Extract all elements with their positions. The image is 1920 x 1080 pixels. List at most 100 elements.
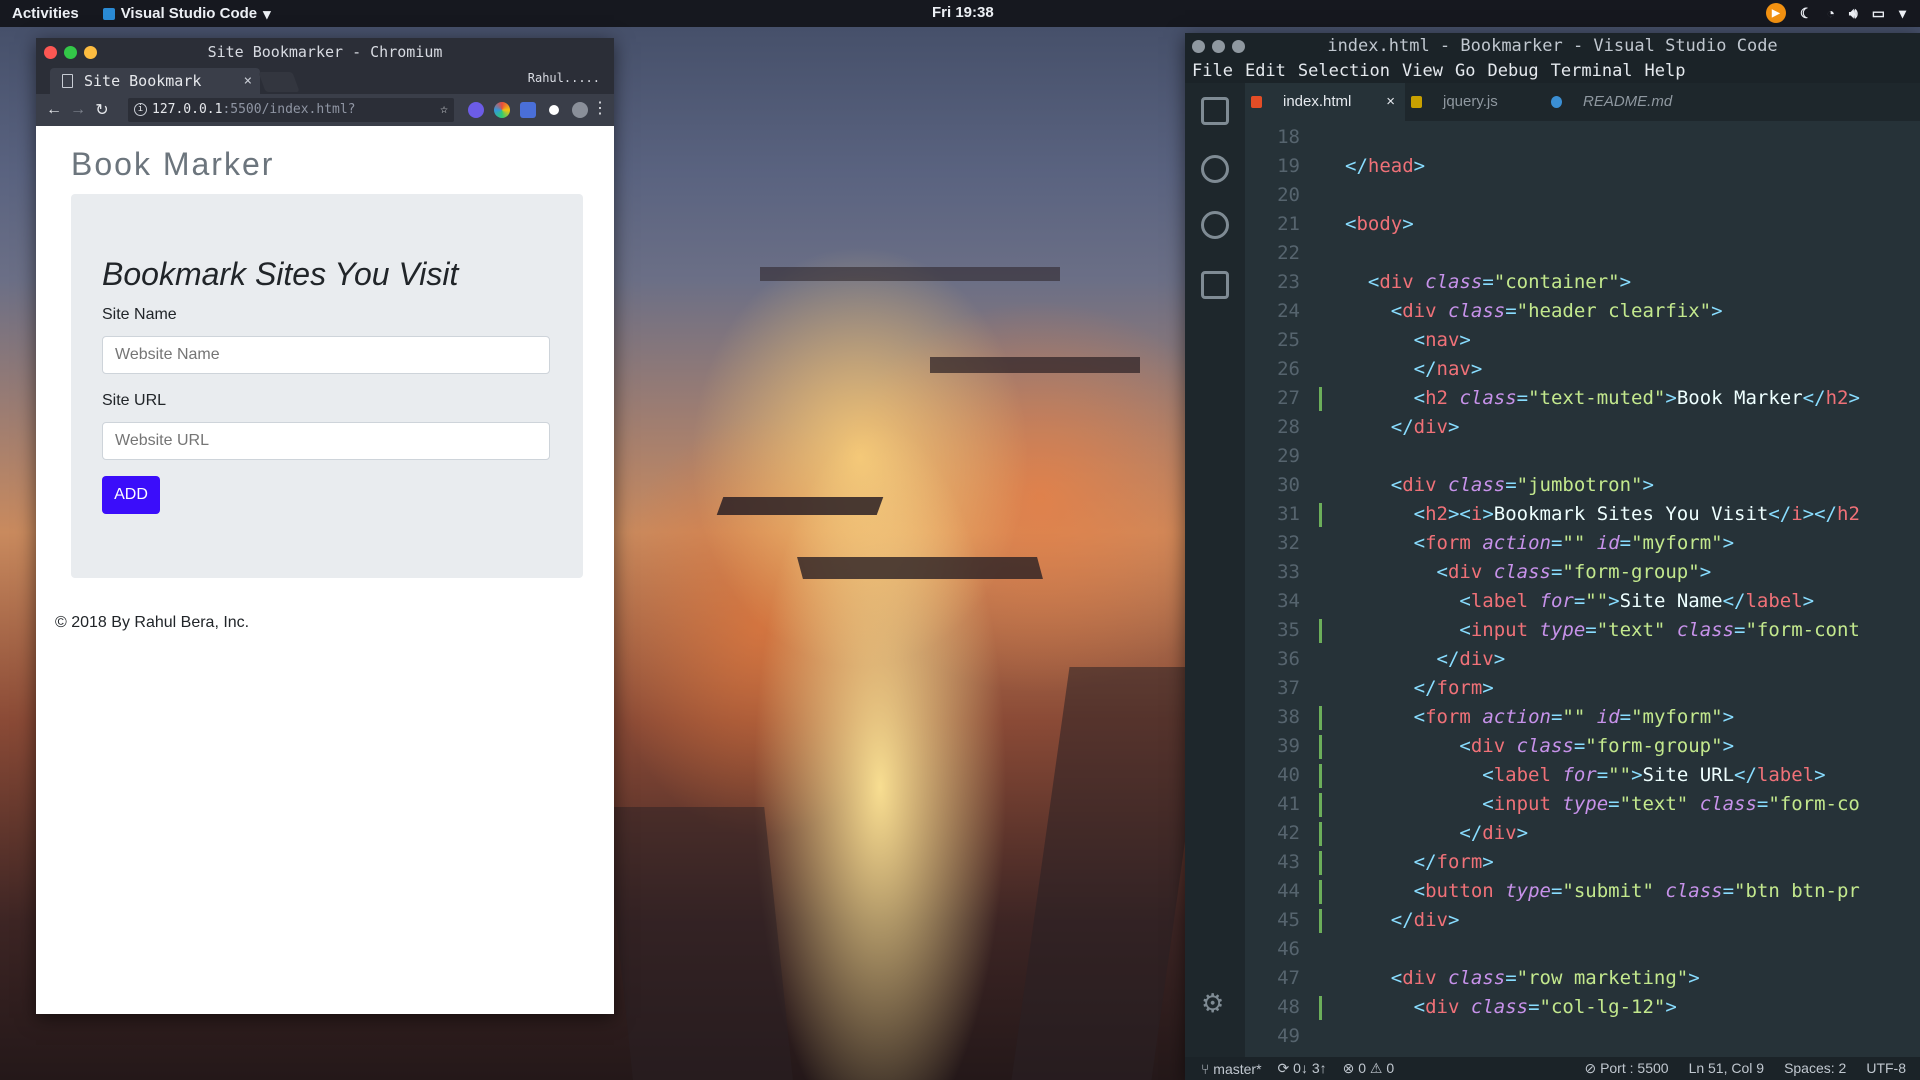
code-line[interactable]: 35 <input type="text" class="form-cont xyxy=(1245,616,1920,645)
menu-file[interactable]: File xyxy=(1192,59,1233,83)
reload-icon[interactable]: ↻ xyxy=(90,100,114,120)
problems-indicator[interactable]: ⊗ 0 ⚠ 0 xyxy=(1343,1060,1395,1077)
code-line[interactable]: 48 <div class="col-lg-12"> xyxy=(1245,993,1920,1022)
menu-view[interactable]: View xyxy=(1402,59,1443,83)
media-player-icon[interactable]: ▶ xyxy=(1765,3,1786,23)
add-button[interactable]: ADD xyxy=(102,476,160,514)
line-number: 41 xyxy=(1277,793,1300,815)
site-name-input[interactable] xyxy=(102,336,550,374)
code-line[interactable]: 24 <div class="header clearfix"> xyxy=(1245,297,1920,326)
line-number: 39 xyxy=(1277,735,1300,757)
code-line[interactable]: 27 <h2 class="text-muted">Book Marker</h… xyxy=(1245,384,1920,413)
close-tab-icon[interactable]: × xyxy=(1386,83,1395,121)
gear-icon[interactable]: ⚙ xyxy=(1201,988,1224,1019)
translate-extension-icon[interactable] xyxy=(520,102,536,118)
code-line[interactable]: 19 </head> xyxy=(1245,152,1920,181)
code-line[interactable]: 47 <div class="row marketing"> xyxy=(1245,964,1920,993)
tab-site-bookmarker[interactable]: Site Bookmark × xyxy=(50,68,260,94)
maximize-window-button[interactable] xyxy=(64,46,77,59)
address-bar[interactable]: i 127.0.0.1:5500/index.html? ☆ xyxy=(128,98,454,122)
bookmark-star-icon[interactable]: ☆ xyxy=(440,98,448,122)
code-line[interactable]: 23 <div class="container"> xyxy=(1245,268,1920,297)
code-line[interactable]: 46 xyxy=(1245,935,1920,964)
code-line[interactable]: 40 <label for="">Site URL</label> xyxy=(1245,761,1920,790)
code-line[interactable]: 33 <div class="form-group"> xyxy=(1245,558,1920,587)
menu-help[interactable]: Help xyxy=(1645,59,1686,83)
speed-extension-icon[interactable] xyxy=(546,102,562,118)
system-tray[interactable]: ▶ ☾ ◔ 🔊︎ ▭ ▾ xyxy=(1765,3,1906,23)
code-line[interactable]: 38 <form action="" id="myform"> xyxy=(1245,703,1920,732)
chromium-window: Site Bookmarker - Chromium Site Bookmark… xyxy=(36,38,614,1014)
code-line[interactable]: 44 <button type="submit" class="btn btn-… xyxy=(1245,877,1920,906)
page-icon xyxy=(62,74,73,88)
warning-count: 0 xyxy=(1386,1060,1395,1076)
explorer-icon[interactable] xyxy=(1201,97,1229,125)
user-extension-icon[interactable] xyxy=(572,102,588,118)
forward-arrow-icon[interactable]: → xyxy=(66,101,90,119)
sync-status[interactable]: ⟳ 0↓ 3↑ xyxy=(1278,1060,1327,1077)
site-url-input[interactable] xyxy=(102,422,550,460)
info-icon[interactable]: i xyxy=(134,103,147,116)
menu-edit[interactable]: Edit xyxy=(1245,59,1286,83)
vscode-titlebar[interactable]: index.html - Bookmarker - Visual Studio … xyxy=(1185,33,1920,59)
code-line[interactable]: 20 xyxy=(1245,181,1920,210)
code-line[interactable]: 21 <body> xyxy=(1245,210,1920,239)
close-window-button[interactable] xyxy=(44,46,57,59)
chromium-titlebar[interactable]: Site Bookmarker - Chromium xyxy=(36,38,614,66)
git-modified-marker xyxy=(1319,996,1322,1020)
git-modified-marker xyxy=(1319,503,1322,527)
night-light-icon: ☾ xyxy=(1799,4,1813,21)
code-line[interactable]: 26 </nav> xyxy=(1245,355,1920,384)
menu-selection[interactable]: Selection xyxy=(1298,59,1390,83)
app-menu[interactable]: Visual Studio Code ▾ xyxy=(102,5,271,23)
close-tab-icon[interactable]: × xyxy=(244,68,252,94)
new-tab-button[interactable] xyxy=(258,72,300,92)
git-branch[interactable]: ⑂ master* xyxy=(1201,1061,1262,1077)
code-line[interactable]: 18 xyxy=(1245,123,1920,152)
code-line[interactable]: 31 <h2><i>Bookmark Sites You Visit</i></… xyxy=(1245,500,1920,529)
extension-icon[interactable] xyxy=(468,102,484,118)
profile-button[interactable]: Rahul..... xyxy=(528,71,600,85)
code-line[interactable]: 36 </div> xyxy=(1245,645,1920,674)
line-number: 20 xyxy=(1277,184,1300,206)
minimize-window-button[interactable] xyxy=(1212,40,1225,53)
cursor-position[interactable]: Ln 51, Col 9 xyxy=(1689,1060,1765,1077)
code-line[interactable]: 32 <form action="" id="myform"> xyxy=(1245,529,1920,558)
menu-debug[interactable]: Debug xyxy=(1487,59,1538,83)
code-line[interactable]: 29 xyxy=(1245,442,1920,471)
code-line[interactable]: 30 <div class="jumbotron"> xyxy=(1245,471,1920,500)
extensions-icon[interactable] xyxy=(1201,271,1229,299)
back-arrow-icon[interactable]: ← xyxy=(42,101,66,119)
clock[interactable]: Fri 19:38 xyxy=(932,4,994,21)
code-line[interactable]: 22 xyxy=(1245,239,1920,268)
code-line[interactable]: 43 </form> xyxy=(1245,848,1920,877)
activities-button[interactable]: Activities xyxy=(0,5,79,22)
menu-go[interactable]: Go xyxy=(1455,59,1475,83)
menu-terminal[interactable]: Terminal xyxy=(1551,59,1633,83)
indentation[interactable]: Spaces: 2 xyxy=(1784,1060,1846,1077)
debug-icon[interactable] xyxy=(1201,211,1229,239)
code-line[interactable]: 37 </form> xyxy=(1245,674,1920,703)
menu-kebab-icon[interactable]: ⋮ xyxy=(592,98,608,118)
code-line[interactable]: 34 <label for="">Site Name</label> xyxy=(1245,587,1920,616)
code-editor[interactable]: 18 19 </head> 20 21 <body> 22 23 <div class="co… xyxy=(1245,121,1920,1058)
code-line[interactable]: 39 <div class="form-group"> xyxy=(1245,732,1920,761)
code-line[interactable]: 49 xyxy=(1245,1022,1920,1051)
tab-readme-md[interactable]: README.md xyxy=(1545,83,1695,121)
color-picker-extension-icon[interactable] xyxy=(494,102,510,118)
tab-jquery-js[interactable]: jquery.js xyxy=(1405,83,1545,121)
encoding[interactable]: UTF-8 xyxy=(1866,1060,1906,1077)
minimize-window-button[interactable] xyxy=(84,46,97,59)
code-line[interactable]: 28 </div> xyxy=(1245,413,1920,442)
close-window-button[interactable] xyxy=(1192,40,1205,53)
tab-index-html[interactable]: index.html × xyxy=(1245,83,1405,121)
code-line[interactable]: 25 <nav> xyxy=(1245,326,1920,355)
maximize-window-button[interactable] xyxy=(1232,40,1245,53)
search-icon[interactable] xyxy=(1201,155,1229,183)
code-line[interactable]: 42 </div> xyxy=(1245,819,1920,848)
line-code: </head> xyxy=(1345,155,1426,177)
code-line[interactable]: 41 <input type="text" class="form-co xyxy=(1245,790,1920,819)
live-server-port[interactable]: ⊘ Port : 5500 xyxy=(1584,1060,1668,1077)
code-line[interactable]: 45 </div> xyxy=(1245,906,1920,935)
line-number: 32 xyxy=(1277,532,1300,554)
